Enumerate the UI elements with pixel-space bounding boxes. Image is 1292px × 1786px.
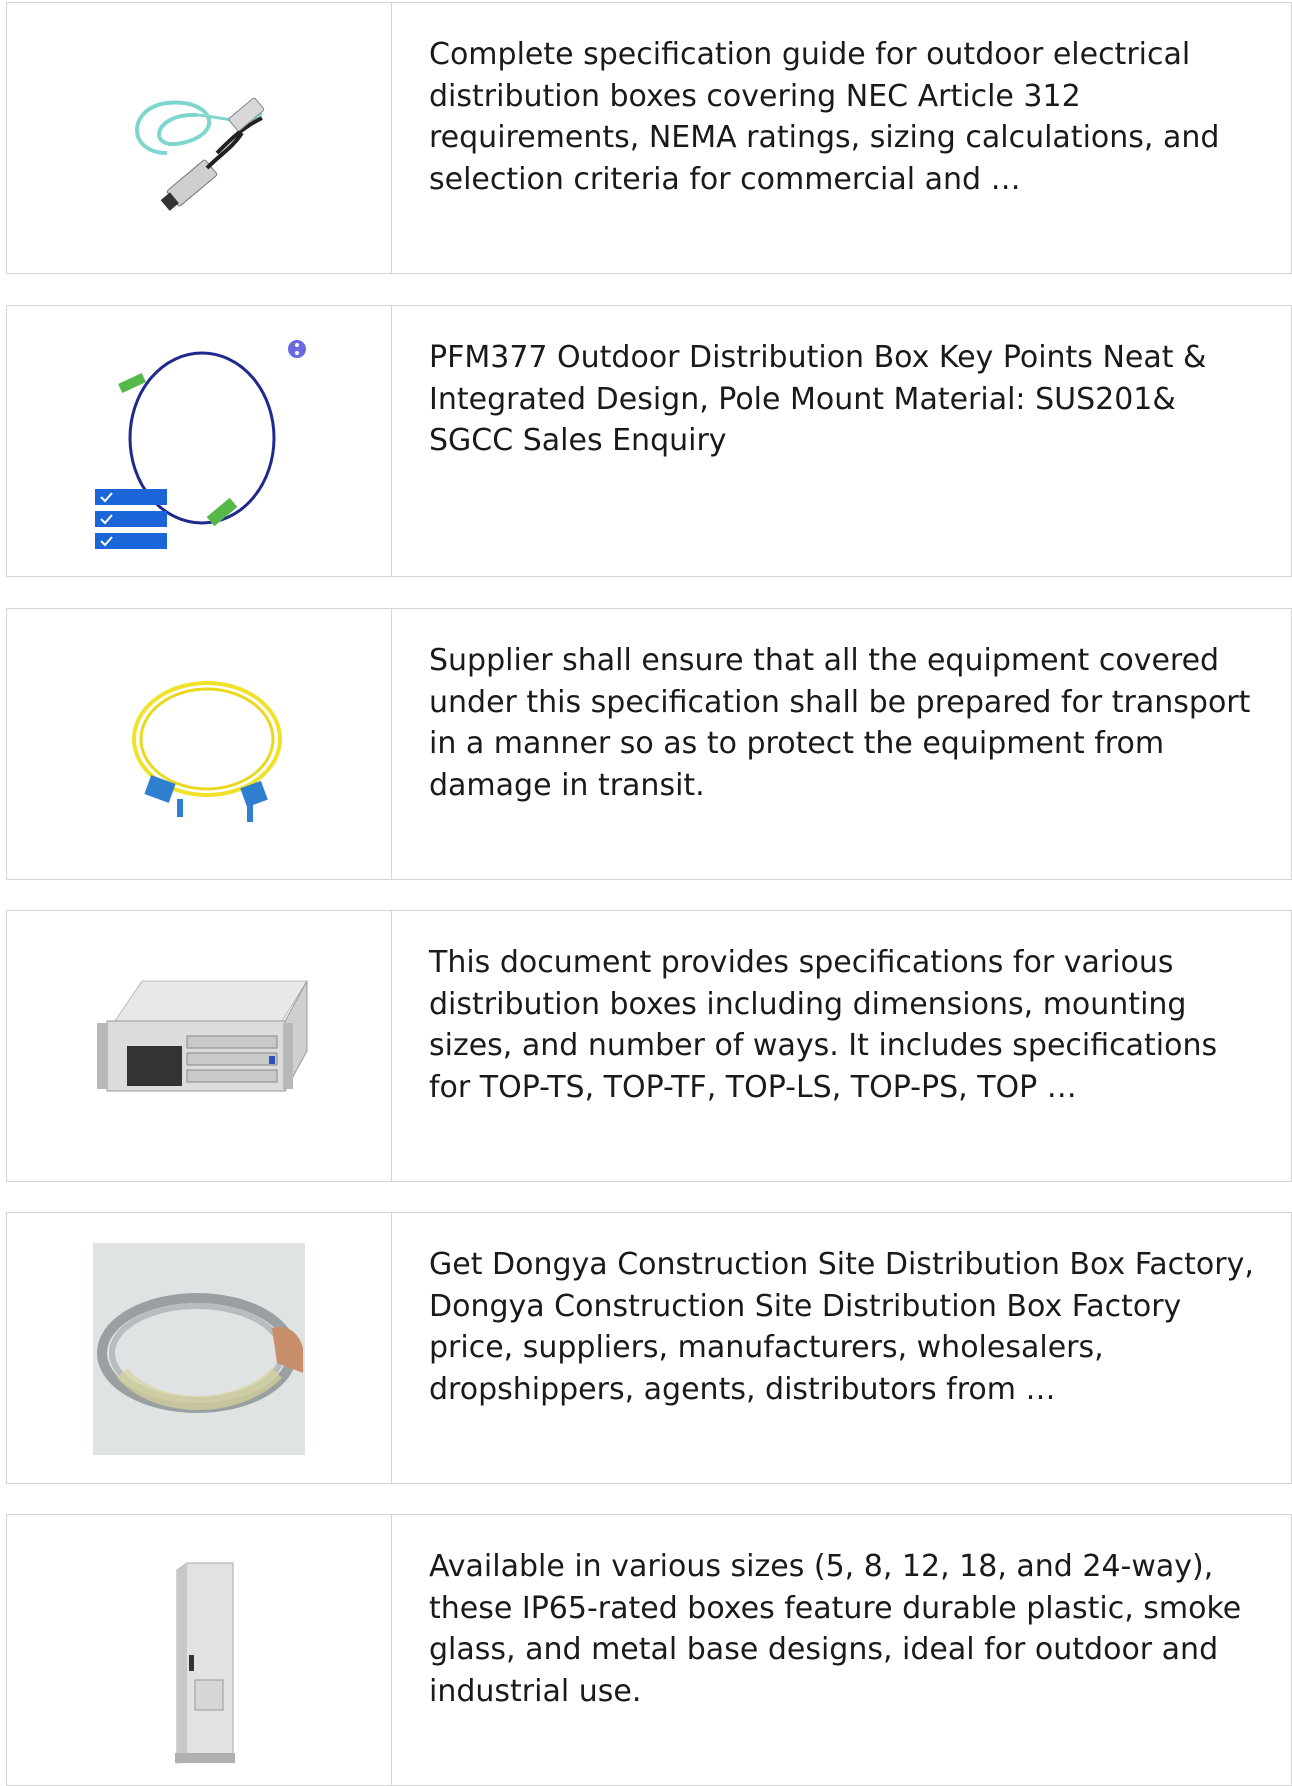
result-description: Supplier shall ensure that all the equip… [429,643,1251,803]
result-card[interactable]: PFM377 Outdoor Distribution Box Key Poin… [6,305,1292,577]
cabinet-enclosure-image [175,1562,235,1764]
yellow-patch-cord-image [132,681,282,822]
result-description: This document provides specifications fo… [429,945,1218,1105]
result-card[interactable]: Supplier shall ensure that all the equip… [6,608,1292,880]
result-thumbnail[interactable] [7,911,392,1181]
result-thumbnail[interactable] [7,1213,392,1483]
result-description: Get Dongya Construction Site Distributio… [429,1247,1254,1407]
result-thumbnail[interactable] [7,306,392,576]
fiber-aoc-cable-image [135,97,265,211]
result-card[interactable]: This document provides specifications fo… [6,910,1292,1182]
result-description: Available in various sizes (5, 8, 12, 18… [429,1549,1242,1709]
result-description: PFM377 Outdoor Distribution Box Key Poin… [429,340,1207,458]
grey-cable-coil-image [93,1243,305,1455]
result-thumbnail[interactable] [7,1515,392,1785]
result-thumbnail[interactable] [7,609,392,879]
blue-patch-cord-image [95,340,306,549]
result-description: Complete specification guide for outdoor… [429,37,1220,197]
result-thumbnail[interactable] [7,3,392,273]
result-card[interactable]: Get Dongya Construction Site Distributio… [6,1212,1292,1484]
result-card[interactable]: Complete specification guide for outdoor… [6,2,1292,274]
result-card[interactable]: Available in various sizes (5, 8, 12, 18… [6,1514,1292,1786]
rack-chassis-image [97,980,308,1092]
